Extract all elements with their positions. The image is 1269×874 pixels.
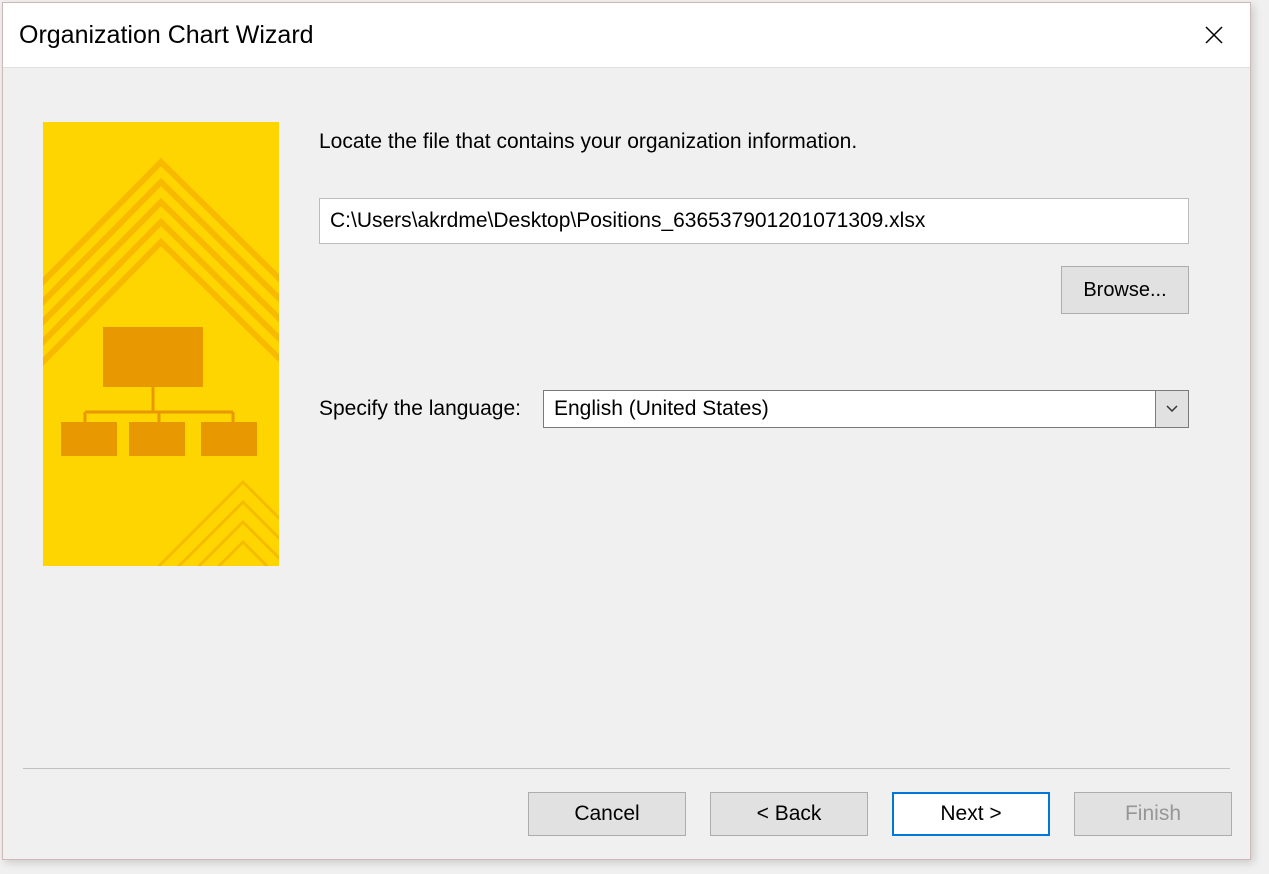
wizard-graphic [43,122,279,566]
file-path-input[interactable] [319,198,1189,244]
finish-button: Finish [1074,792,1232,836]
browse-button[interactable]: Browse... [1061,266,1189,314]
browse-row: Browse... [319,266,1189,314]
language-select-wrap [543,390,1189,428]
content-area: Locate the file that contains your organ… [3,67,1250,859]
language-label: Specify the language: [319,397,543,421]
close-icon [1204,25,1224,45]
cancel-button[interactable]: Cancel [528,792,686,836]
form-area: Locate the file that contains your organ… [279,122,1214,768]
back-button[interactable]: < Back [710,792,868,836]
titlebar: Organization Chart Wizard [3,3,1250,67]
wizard-dialog: Organization Chart Wizard [2,2,1251,860]
dialog-title: Organization Chart Wizard [19,21,314,50]
button-bar: Cancel < Back Next > Finish [3,769,1250,859]
close-button[interactable] [1194,15,1234,55]
next-button[interactable]: Next > [892,792,1050,836]
language-row: Specify the language: [319,390,1214,428]
language-select[interactable] [543,390,1189,428]
main-content: Locate the file that contains your organ… [3,68,1250,768]
org-chart-graphic-icon [43,122,279,566]
instruction-text: Locate the file that contains your organ… [319,130,1214,154]
